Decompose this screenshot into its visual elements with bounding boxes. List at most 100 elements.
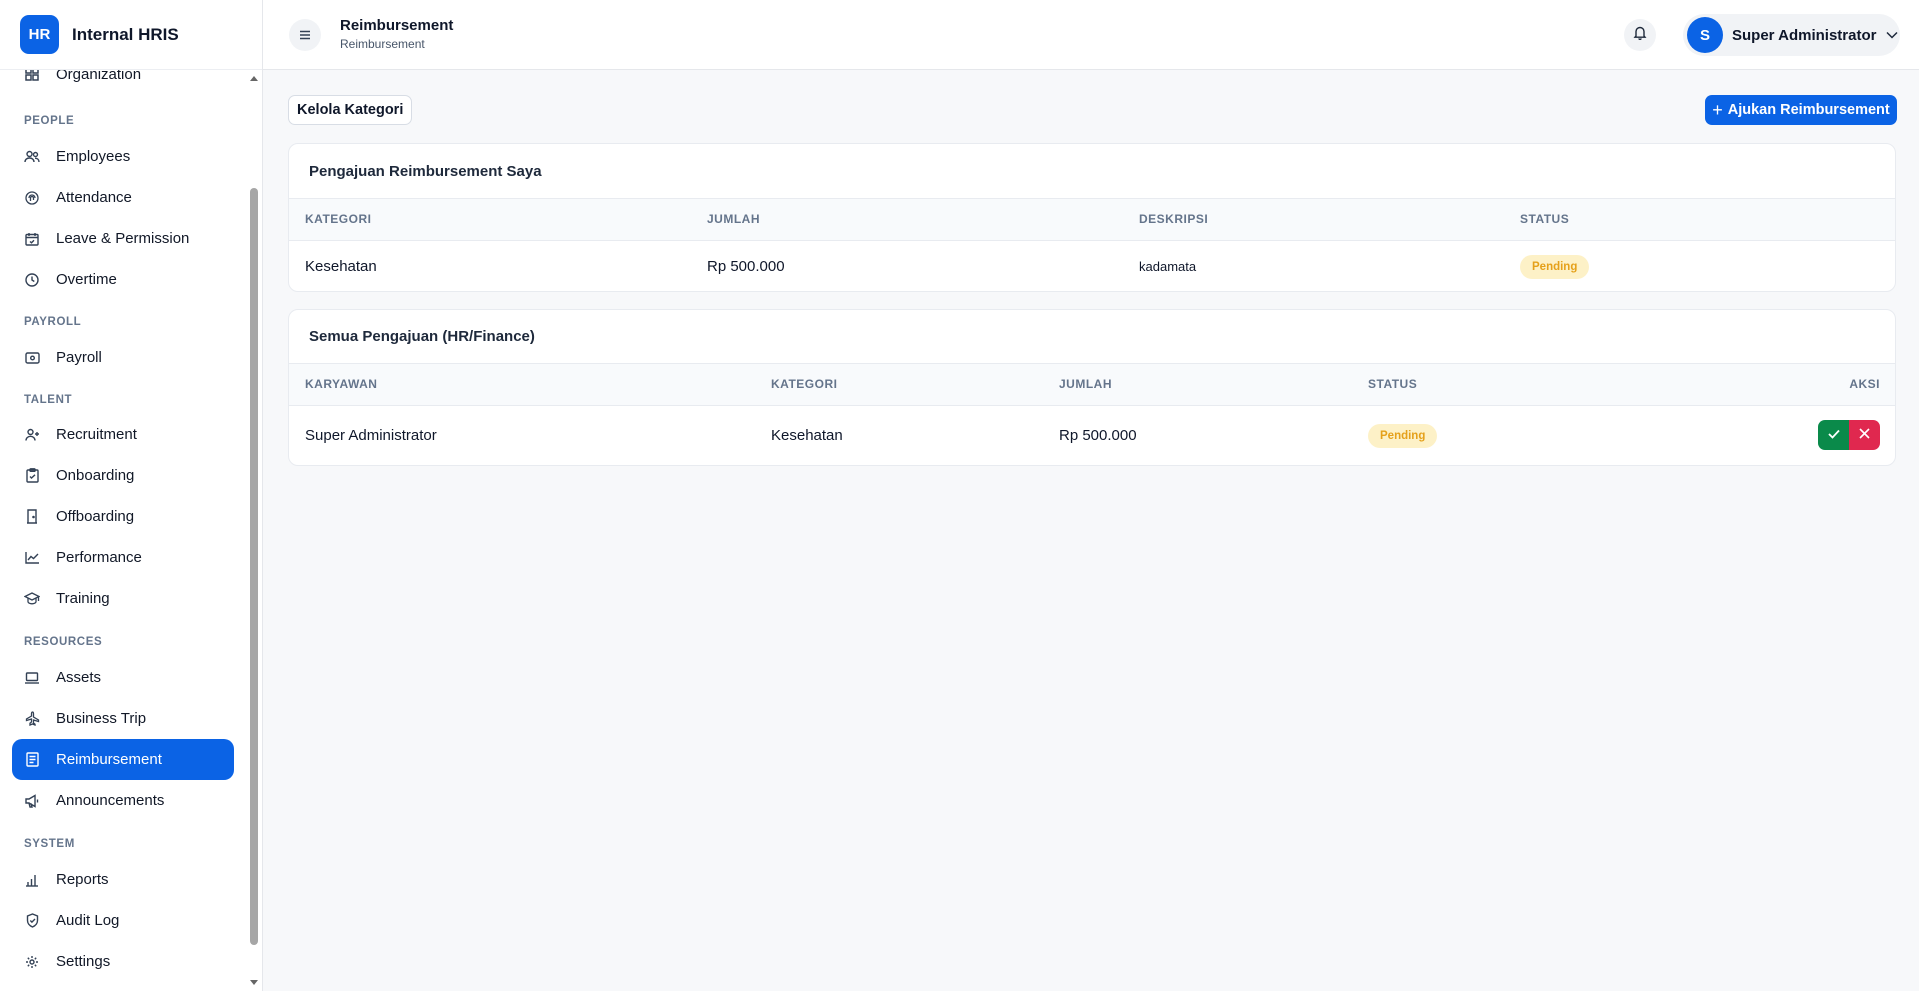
- brand[interactable]: HR Internal HRIS: [0, 0, 262, 70]
- sidebar-item-offboarding[interactable]: Offboarding: [12, 496, 234, 537]
- menu-toggle-button[interactable]: [289, 19, 321, 51]
- brand-logo: HR: [20, 15, 59, 54]
- sidebar-item-payroll[interactable]: Payroll: [12, 337, 234, 378]
- page-title: Reimbursement: [340, 17, 454, 34]
- plane-icon: [24, 711, 40, 727]
- check-icon: [1827, 426, 1840, 444]
- notifications-button[interactable]: [1624, 19, 1656, 51]
- section-talent: TALENT: [24, 394, 73, 406]
- table-row: Super Administrator Kesehatan Rp 500.000…: [289, 406, 1895, 465]
- submit-reimbursement-label: Ajukan Reimbursement: [1727, 102, 1890, 118]
- section-people: PEOPLE: [24, 115, 75, 127]
- laptop-icon: [24, 670, 40, 686]
- column-header: AKSI: [1849, 377, 1880, 391]
- bell-icon: [1633, 25, 1647, 45]
- door-icon: [24, 509, 40, 525]
- calendar-icon: [24, 231, 40, 247]
- section-system: SYSTEM: [24, 838, 75, 850]
- sidebar-item-business-trip[interactable]: Business Trip: [12, 698, 234, 739]
- card-title: Pengajuan Reimbursement Saya: [309, 162, 542, 180]
- bar-chart-icon: [24, 872, 40, 888]
- scroll-up-arrow-icon[interactable]: [250, 76, 258, 81]
- gear-icon: [24, 954, 40, 970]
- column-header: JUMLAH: [1059, 377, 1112, 391]
- column-header: STATUS: [1368, 377, 1418, 391]
- sidebar-item-label: Audit Log: [56, 912, 120, 929]
- clock-icon: [24, 272, 40, 288]
- sidebar-item-onboarding[interactable]: Onboarding: [12, 455, 234, 496]
- sidebar-item-label: Offboarding: [56, 508, 135, 525]
- sidebar-item-announcements[interactable]: Announcements: [12, 780, 234, 821]
- table-header: KATEGORI JUMLAH DESKRIPSI STATUS: [289, 198, 1895, 241]
- sidebar-item-label: Attendance: [56, 189, 132, 206]
- table-header: KARYAWAN KATEGORI JUMLAH STATUS AKSI: [289, 363, 1895, 406]
- all-requests-card: Semua Pengajuan (HR/Finance) KARYAWAN KA…: [288, 309, 1896, 466]
- sidebar-item-overtime[interactable]: Overtime: [12, 259, 234, 300]
- column-header: STATUS: [1520, 212, 1570, 226]
- chevron-down-icon: [1886, 31, 1898, 39]
- sidebar-item-training[interactable]: Training: [12, 578, 234, 619]
- column-header: KATEGORI: [305, 212, 372, 226]
- sidebar-item-leave-permission[interactable]: Leave & Permission: [12, 218, 234, 259]
- trend-icon: [24, 550, 40, 566]
- cell-karyawan: Super Administrator: [305, 427, 437, 444]
- user-plus-icon: [24, 427, 40, 443]
- sidebar-item-settings[interactable]: Settings: [12, 941, 234, 982]
- sidebar-item-label: Recruitment: [56, 426, 137, 443]
- avatar: S: [1687, 17, 1723, 53]
- breadcrumb: Reimbursement: [340, 37, 425, 51]
- sidebar-item-label: Overtime: [56, 271, 117, 288]
- approve-button[interactable]: [1818, 420, 1849, 450]
- sidebar-item-label: Business Trip: [56, 710, 147, 727]
- sidebar-item-attendance[interactable]: Attendance: [12, 177, 234, 218]
- user-name: Super Administrator: [1732, 26, 1877, 44]
- shield-icon: [24, 913, 40, 929]
- sidebar-item-label: Organization: [56, 70, 142, 83]
- grid-icon: [24, 70, 40, 82]
- sidebar-item-audit-log[interactable]: Audit Log: [12, 900, 234, 941]
- table-row: Kesehatan Rp 500.000 kadamata Pending: [289, 241, 1895, 291]
- section-resources: RESOURCES: [24, 636, 103, 648]
- sidebar-item-reports[interactable]: Reports: [12, 859, 234, 900]
- users-icon: [24, 149, 40, 165]
- close-icon: [1859, 426, 1870, 444]
- hamburger-icon: [299, 27, 311, 43]
- sidebar-scrollbar[interactable]: [248, 70, 260, 991]
- reject-button[interactable]: [1849, 420, 1880, 450]
- graduation-cap-icon: [24, 591, 40, 607]
- cell-kategori: Kesehatan: [305, 258, 377, 275]
- cell-deskripsi: kadamata: [1139, 259, 1197, 274]
- sidebar-item-label: Reports: [56, 871, 109, 888]
- sidebar-item-reimbursement[interactable]: Reimbursement: [12, 739, 234, 780]
- sidebar-item-label: Settings: [56, 953, 111, 970]
- sidebar-item-label: Onboarding: [56, 467, 135, 484]
- sidebar-item-performance[interactable]: Performance: [12, 537, 234, 578]
- sidebar-item-organization[interactable]: Organization: [12, 70, 234, 93]
- cell-kategori: Kesehatan: [771, 427, 843, 444]
- sidebar-item-label: Reimbursement: [56, 751, 162, 768]
- section-payroll: PAYROLL: [24, 316, 82, 328]
- cell-jumlah: Rp 500.000: [707, 258, 785, 275]
- page-toolbar: Kelola Kategori + Ajukan Reimbursement: [288, 95, 1897, 125]
- sidebar-item-assets[interactable]: Assets: [12, 657, 234, 698]
- sidebar-item-recruitment[interactable]: Recruitment: [12, 414, 234, 455]
- submit-reimbursement-button[interactable]: + Ajukan Reimbursement: [1705, 95, 1897, 125]
- manage-categories-button[interactable]: Kelola Kategori: [288, 95, 413, 125]
- scroll-down-arrow-icon[interactable]: [250, 980, 258, 985]
- sidebar-nav: Organization PEOPLE Employees Attendance: [0, 70, 246, 991]
- scrollbar-thumb[interactable]: [250, 188, 258, 945]
- status-badge: Pending: [1368, 423, 1438, 448]
- clipboard-icon: [24, 468, 40, 484]
- sidebar-item-employees[interactable]: Employees: [12, 136, 234, 177]
- megaphone-icon: [24, 793, 40, 809]
- sidebar-item-label: Payroll: [56, 349, 102, 366]
- plus-icon: +: [1712, 100, 1723, 120]
- card-title: Semua Pengajuan (HR/Finance): [309, 328, 535, 345]
- user-menu[interactable]: S Super Administrator: [1683, 14, 1900, 56]
- top-header: Reimbursement Reimbursement S Super Admi…: [263, 0, 1919, 70]
- brand-name: Internal HRIS: [72, 24, 179, 44]
- row-actions: [1818, 420, 1880, 450]
- sidebar-item-label: Announcements: [56, 792, 165, 809]
- column-header: DESKRIPSI: [1139, 212, 1209, 226]
- fingerprint-icon: [24, 190, 40, 206]
